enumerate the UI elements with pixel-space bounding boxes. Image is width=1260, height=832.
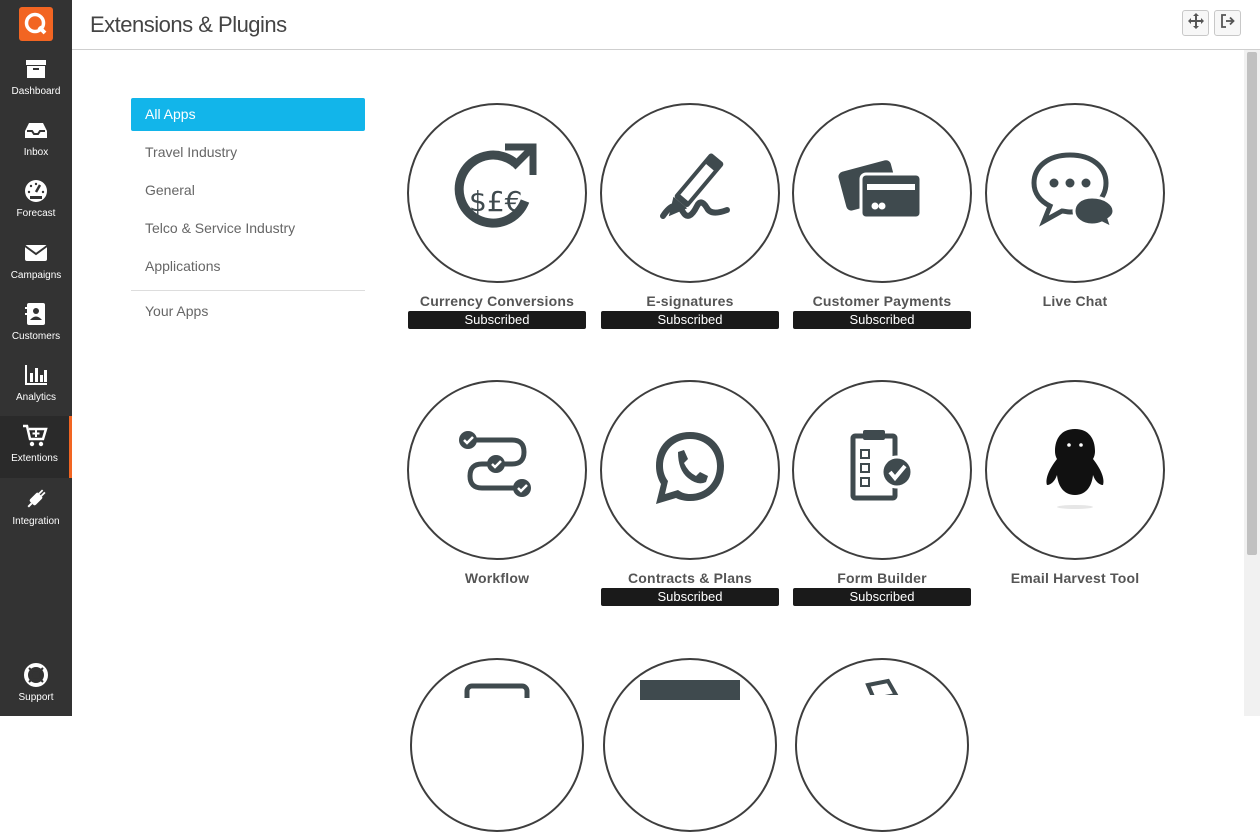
tag-icon <box>862 675 902 702</box>
sidebar-item-campaigns[interactable]: Campaigns <box>0 240 72 300</box>
sidebar-item-label: Campaigns <box>10 270 62 281</box>
sidebar-item-extentions[interactable]: Extentions <box>0 416 72 478</box>
subscribed-badge: Subscribed <box>793 588 971 606</box>
sidebar-item-support[interactable]: Support <box>0 662 72 722</box>
sidebar-item-label: Support <box>18 692 54 703</box>
sidebar-item-dashboard[interactable]: Dashboard <box>0 56 72 116</box>
subscribed-badge: Subscribed <box>793 311 971 329</box>
move-button[interactable] <box>1182 10 1209 36</box>
app-circle[interactable] <box>985 103 1165 283</box>
gauge-icon <box>23 178 49 204</box>
lifebuoy-icon <box>23 662 49 688</box>
archive-icon <box>23 56 49 82</box>
plug-icon <box>23 486 49 512</box>
app-card-contracts-plans[interactable]: Contracts & Plans Subscribed <box>600 380 780 606</box>
sidebar-item-label: Analytics <box>15 392 56 403</box>
bar-chart-icon <box>23 362 49 388</box>
category-divider <box>131 290 365 291</box>
svg-text:$£€: $£€ <box>469 185 522 218</box>
scrollbar-thumb[interactable] <box>1247 52 1257 555</box>
app-circle[interactable] <box>600 380 780 560</box>
subscribed-badge: Subscribed <box>408 311 586 329</box>
sidebar-item-analytics[interactable]: Analytics <box>0 362 72 422</box>
subscribed-badge: Subscribed <box>601 588 779 606</box>
card-icon <box>462 678 532 708</box>
app-name: Workflow <box>464 570 530 586</box>
app-name: Live Chat <box>1042 293 1108 309</box>
app-circle[interactable] <box>792 380 972 560</box>
sidebar-item-label: Dashboard <box>11 86 61 97</box>
signature-pen-icon <box>645 146 735 241</box>
category-telco[interactable]: Telco & Service Industry <box>131 212 365 250</box>
app-name: Currency Conversions <box>419 293 575 309</box>
screen-icon <box>640 676 740 710</box>
sidebar-item-forecast[interactable]: Forecast <box>0 178 72 238</box>
move-arrows-icon <box>1187 12 1204 34</box>
app-circle[interactable] <box>795 658 969 832</box>
app-name: Email Harvest Tool <box>1010 570 1140 586</box>
app-card-partial[interactable] <box>603 658 783 832</box>
clipboard-checklist-icon <box>847 428 917 513</box>
app-circle[interactable] <box>410 658 584 832</box>
app-circle[interactable]: $£€ <box>407 103 587 283</box>
sidebar-item-customers[interactable]: Customers <box>0 301 72 361</box>
app-card-customer-payments[interactable]: Customer Payments Subscribed <box>792 103 972 329</box>
app-card-live-chat[interactable]: Live Chat <box>985 103 1165 309</box>
category-list: All Apps Travel Industry General Telco &… <box>131 98 365 333</box>
sidebar-item-label: Forecast <box>16 208 56 219</box>
credit-card-icon <box>837 156 927 231</box>
app-card-currency-conversions[interactable]: $£€ Currency Conversions Subscribed <box>407 103 587 329</box>
app-circle[interactable] <box>600 103 780 283</box>
sidebar-item-label: Integration <box>12 516 60 527</box>
app-circle[interactable] <box>792 103 972 283</box>
category-applications[interactable]: Applications <box>131 250 365 288</box>
page-header: Extensions & Plugins <box>72 0 1260 50</box>
app-card-e-signatures[interactable]: E-signatures Subscribed <box>600 103 780 329</box>
app-circle[interactable] <box>603 658 777 832</box>
contact-card-icon <box>23 301 49 327</box>
app-card-form-builder[interactable]: Form Builder Subscribed <box>792 380 972 606</box>
app-card-email-harvest-tool[interactable]: Email Harvest Tool <box>985 380 1165 586</box>
app-name: Form Builder <box>837 570 927 586</box>
sidebar-item-label: Extentions <box>11 453 58 464</box>
category-travel-industry[interactable]: Travel Industry <box>131 136 365 174</box>
sidebar: Dashboard Inbox Forecast Campaigns Custo… <box>0 0 72 716</box>
subscribed-badge: Subscribed <box>601 311 779 329</box>
whatsapp-icon <box>650 428 730 513</box>
cart-plus-icon <box>22 423 48 449</box>
app-name: E-signatures <box>646 293 734 309</box>
currency-exchange-icon: $£€ <box>447 141 547 246</box>
app-circle[interactable] <box>407 380 587 560</box>
app-circle[interactable] <box>985 380 1165 560</box>
envelope-icon <box>23 240 49 266</box>
chat-bubbles-icon <box>1030 151 1120 236</box>
workflow-icon <box>452 428 542 513</box>
category-your-apps[interactable]: Your Apps <box>131 295 365 333</box>
category-all-apps[interactable]: All Apps <box>131 98 365 131</box>
sidebar-item-label: Customers <box>11 331 61 342</box>
sidebar-item-inbox[interactable]: Inbox <box>0 117 72 177</box>
logout-button[interactable] <box>1214 10 1241 36</box>
app-card-workflow[interactable]: Workflow <box>407 380 587 586</box>
inbox-icon <box>23 117 49 143</box>
app-card-partial[interactable] <box>795 658 975 832</box>
sidebar-item-label: Inbox <box>23 147 49 158</box>
app-name: Customer Payments <box>812 293 952 309</box>
mascot-icon <box>1035 423 1115 518</box>
category-general[interactable]: General <box>131 174 365 212</box>
app-card-partial[interactable] <box>410 658 590 832</box>
page-title: Extensions & Plugins <box>90 12 287 37</box>
sign-out-icon <box>1220 13 1236 34</box>
app-name: Contracts & Plans <box>628 570 752 586</box>
app-logo-icon[interactable] <box>19 7 53 41</box>
sidebar-item-integration[interactable]: Integration <box>0 486 72 546</box>
